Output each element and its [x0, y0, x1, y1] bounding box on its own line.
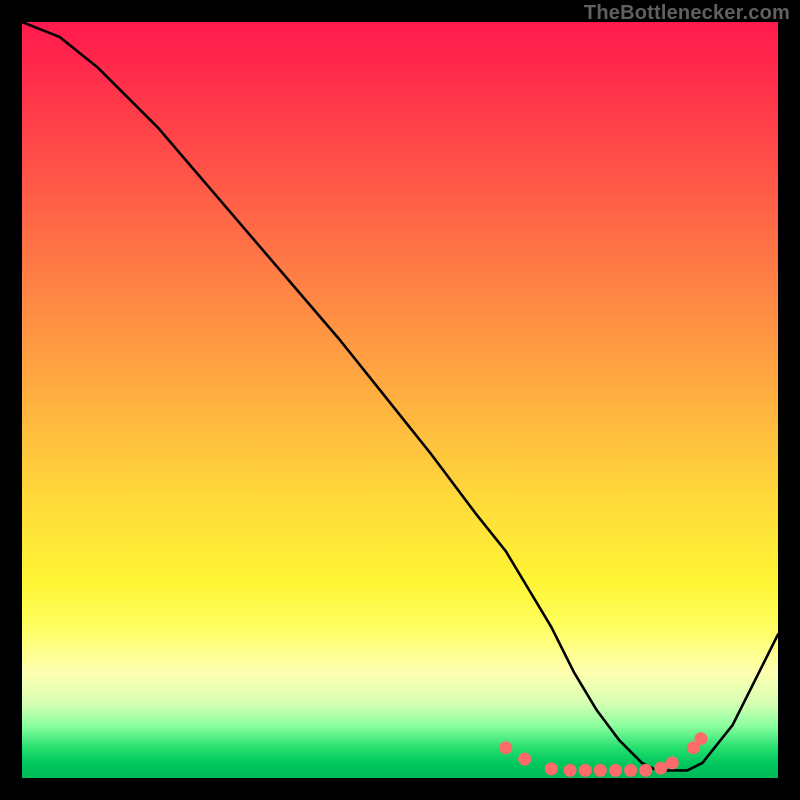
marker-dot [564, 764, 577, 777]
marker-dot [609, 764, 622, 777]
plot-area [22, 22, 778, 778]
marker-dot [624, 764, 637, 777]
marker-dot [639, 764, 652, 777]
marker-dot [594, 764, 607, 777]
marker-dot [545, 762, 558, 775]
marker-dot [579, 764, 592, 777]
curve-layer [22, 22, 778, 778]
chart-stage: TheBottlenecker.com [0, 0, 800, 800]
marker-dot [694, 732, 707, 745]
marker-dot [518, 753, 531, 766]
marker-dot [666, 756, 679, 769]
marker-dot [654, 762, 667, 775]
marker-dot [499, 741, 512, 754]
bottleneck-curve [22, 22, 778, 770]
